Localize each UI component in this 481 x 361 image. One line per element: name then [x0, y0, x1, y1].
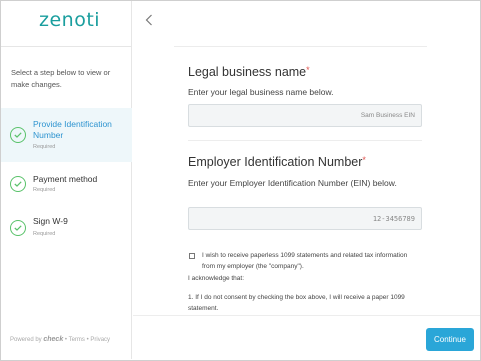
- sidebar-step-identification[interactable]: Provide Identification Number Required: [1, 108, 132, 162]
- acknowledge-text: I acknowledge that:: [188, 275, 245, 282]
- check-circle-icon: [10, 127, 26, 143]
- action-footer: Continue: [133, 315, 480, 359]
- chevron-left-icon: [145, 14, 152, 26]
- privacy-link[interactable]: Privacy: [90, 337, 110, 343]
- check-circle-icon: [10, 176, 26, 192]
- powered-by: Powered by check • Terms • Privacy: [10, 336, 110, 343]
- section-divider: [188, 140, 422, 141]
- required-mark: *: [362, 155, 366, 165]
- sidebar: zenoti Select a step below to view or ma…: [1, 1, 132, 359]
- legal-name-title-text: Legal business name: [188, 65, 307, 79]
- legal-name-title: Legal business name*: [188, 65, 310, 79]
- content-divider: [174, 46, 427, 47]
- required-mark: *: [306, 65, 310, 75]
- sidebar-instructions: Select a step below to view or make chan…: [11, 68, 111, 89]
- step-status: Required: [33, 187, 56, 193]
- paperless-consent-checkbox[interactable]: [189, 253, 195, 259]
- check-brand: check: [43, 336, 64, 343]
- step-status: Required: [33, 144, 56, 150]
- ein-description: Enter your Employer Identification Numbe…: [188, 178, 397, 188]
- powered-by-label: Powered by: [10, 337, 42, 343]
- continue-button[interactable]: Continue: [426, 328, 474, 351]
- sidebar-divider: [1, 46, 132, 47]
- step-label: Provide Identification Number: [33, 119, 112, 140]
- ein-title-text: Employer Identification Number: [188, 155, 363, 169]
- paperless-consent-label: I wish to receive paperless 1099 stateme…: [202, 252, 408, 270]
- legal-name-input[interactable]: [188, 104, 422, 127]
- back-button[interactable]: [143, 11, 157, 27]
- sidebar-step-sign-w9[interactable]: Sign W-9 Required: [1, 207, 132, 261]
- ein-input[interactable]: [188, 207, 422, 230]
- check-circle-icon: [10, 220, 26, 236]
- acknowledge-item-1: 1. If I do not consent by checking the b…: [188, 294, 405, 312]
- zenoti-logo: zenoti: [39, 9, 101, 31]
- ein-title: Employer Identification Number*: [188, 155, 366, 169]
- step-label: Sign W-9: [33, 216, 68, 226]
- step-label: Payment method: [33, 174, 98, 184]
- terms-link[interactable]: Terms: [69, 337, 85, 343]
- footer-separator: •: [86, 337, 89, 343]
- footer-separator: •: [64, 337, 67, 343]
- step-status: Required: [33, 231, 56, 237]
- main-content: Legal business name* Enter your legal bu…: [133, 1, 480, 359]
- legal-name-description: Enter your legal business name below.: [188, 87, 334, 97]
